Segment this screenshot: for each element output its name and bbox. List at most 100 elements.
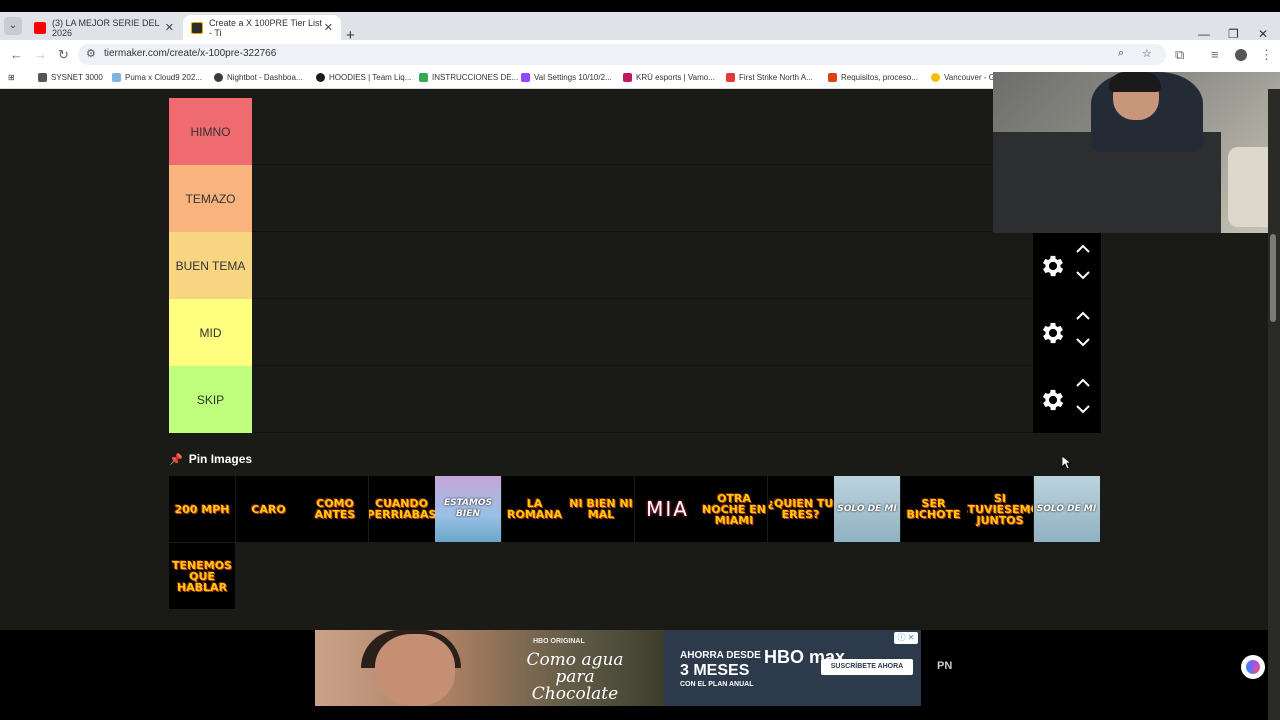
bookmark-label: KRÜ esports | Vamo... xyxy=(636,73,715,82)
reload-icon[interactable]: ↻ xyxy=(58,47,69,63)
minimize-icon[interactable]: — xyxy=(1198,27,1210,41)
close-icon[interactable]: ✕ xyxy=(324,21,333,34)
gear-icon[interactable] xyxy=(1039,386,1067,414)
bookmark-item[interactable]: Puma x Cloud9 202... xyxy=(112,73,202,82)
song-title: ESTAMOS BIEN xyxy=(443,498,493,519)
ad-info-icon[interactable]: ⓘ ✕ xyxy=(894,632,918,644)
tier-drop-zone[interactable] xyxy=(253,299,1033,366)
tier-label[interactable]: SKIP xyxy=(169,366,252,433)
site-info-icon[interactable]: ⚙ xyxy=(86,47,96,60)
bookmark-icon xyxy=(623,73,632,82)
scrollbar[interactable] xyxy=(1268,89,1280,720)
song-card[interactable]: SI ESTUVIESEMOS JUNTOS xyxy=(967,476,1033,542)
ad-brand: HBO ORIGINAL xyxy=(533,638,585,645)
tier-drop-zone[interactable] xyxy=(253,366,1033,433)
mouse-cursor xyxy=(1062,456,1072,470)
tier-list: HIMNO TEMAZO BUEN TEMA MID SKIP xyxy=(169,98,1101,433)
close-icon[interactable]: ✕ xyxy=(165,21,174,34)
tier-drop-zone[interactable] xyxy=(253,165,1033,232)
song-card[interactable]: CUANDO PERRIABAS xyxy=(368,476,435,542)
chevron-down-icon[interactable] xyxy=(1075,268,1091,282)
bookmark-item[interactable]: Val Settings 10/10/2... xyxy=(521,73,612,82)
song-card[interactable]: LA ROMANA xyxy=(501,476,568,542)
chevron-down-icon[interactable] xyxy=(1075,402,1091,416)
song-card[interactable]: COMO ANTES xyxy=(302,476,368,542)
song-card[interactable]: SOLO DE MI xyxy=(834,476,900,542)
song-card[interactable]: 200 MPH xyxy=(169,476,235,542)
webcam-hair xyxy=(1109,72,1161,92)
song-card[interactable]: CARO xyxy=(235,476,302,542)
bookmark-item[interactable]: Nightbot - Dashboa... xyxy=(214,73,303,82)
media-icon[interactable]: ≡ xyxy=(1211,47,1219,62)
bookmark-icon xyxy=(214,73,223,82)
tier-label[interactable]: MID xyxy=(169,299,252,366)
tier-drop-zone[interactable] xyxy=(253,98,1033,165)
song-card[interactable]: ¿QUIEN TU ERES? xyxy=(767,476,834,542)
chevron-up-icon[interactable] xyxy=(1075,376,1091,390)
song-card[interactable]: OTRA NOCHE EN MIAMI xyxy=(701,476,767,542)
back-icon[interactable]: ← xyxy=(10,47,23,62)
close-window-icon[interactable]: ✕ xyxy=(1258,27,1268,41)
bookmark-item[interactable]: KRÜ esports | Vamo... xyxy=(623,73,715,82)
ad-title: Como agua para Chocolate xyxy=(526,650,624,704)
song-card[interactable]: SER BICHOTE xyxy=(900,476,967,542)
webcam-overlay xyxy=(993,72,1280,233)
zoom-icon[interactable]: ⌕ xyxy=(1118,47,1124,60)
ad-promo-line2: 3 MESES xyxy=(680,662,750,679)
tier-drop-zone[interactable] xyxy=(253,232,1033,299)
ad-banner[interactable]: HBO ORIGINAL Como agua para Chocolate AH… xyxy=(315,630,921,706)
tab-tiermaker[interactable]: Create a X 100PRE Tier List - Ti ✕ xyxy=(183,15,341,40)
tier-controls xyxy=(1033,232,1101,299)
scrollbar-thumb[interactable] xyxy=(1270,234,1276,322)
bookmark-item[interactable]: INSTRUCCIONES DE... xyxy=(419,73,518,82)
gear-icon[interactable] xyxy=(1039,252,1067,280)
tier-label[interactable]: TEMAZO xyxy=(169,165,252,232)
tab-search-button[interactable]: ⌄ xyxy=(4,17,22,35)
tier-label[interactable]: HIMNO xyxy=(169,98,252,165)
forward-icon[interactable]: → xyxy=(34,47,47,62)
song-title: SOLO DE MI xyxy=(1036,503,1097,514)
tier-label[interactable]: BUEN TEMA xyxy=(169,232,252,299)
profile-avatar[interactable] xyxy=(1235,49,1247,61)
extensions-icon[interactable]: ⧉ xyxy=(1175,47,1184,63)
bookmark-star-icon[interactable]: ☆ xyxy=(1142,47,1152,60)
bookmark-item[interactable]: HOODIES | Team Liq... xyxy=(316,73,411,82)
song-title: TENEMOS QUE HABLAR xyxy=(172,558,232,594)
address-bar[interactable]: ⚙ tiermaker.com/create/x-100pre-322766 ⌕… xyxy=(78,44,1166,65)
tab-title: Create a X 100PRE Tier List - Ti xyxy=(209,17,323,38)
song-title: MIA xyxy=(646,497,689,521)
song-title: SER BICHOTE xyxy=(906,497,961,521)
bookmark-label: SYSNET 3000 xyxy=(51,73,103,82)
song-card[interactable]: SOLO DE MI xyxy=(1033,476,1100,542)
assistant-widget-icon[interactable] xyxy=(1241,655,1265,679)
bookmark-icon xyxy=(112,73,121,82)
pin-images-toggle[interactable]: 📌 Pin Images xyxy=(169,450,252,468)
song-title: 200 MPH xyxy=(174,502,230,516)
song-card[interactable]: TENEMOS QUE HABLAR xyxy=(169,543,235,609)
chevron-down-icon[interactable] xyxy=(1075,335,1091,349)
bookmark-item[interactable]: First Strike North A... xyxy=(726,73,813,82)
subscribe-button[interactable]: SUSCRÍBETE AHORA xyxy=(821,659,913,675)
song-card[interactable]: MIA xyxy=(634,476,701,542)
maps-icon xyxy=(931,73,940,82)
bookmark-label: Vancouver - G xyxy=(944,73,995,82)
chevron-up-icon[interactable] xyxy=(1075,309,1091,323)
tier-row: MID xyxy=(169,299,1101,366)
tier-controls xyxy=(1033,366,1101,433)
tab-strip: ⌄ (3) LA MEJOR SERIE DEL 2026 ✕ Create a… xyxy=(0,12,1280,44)
menu-icon[interactable]: ⋮ xyxy=(1260,47,1273,63)
bookmark-item[interactable]: SYSNET 3000 xyxy=(38,73,103,82)
song-card[interactable]: ESTAMOS BIEN xyxy=(435,476,501,542)
tab-youtube[interactable]: (3) LA MEJOR SERIE DEL 2026 ✕ xyxy=(26,15,182,40)
song-card[interactable]: NI BIEN NI MAL xyxy=(568,476,634,542)
gear-icon[interactable] xyxy=(1039,319,1067,347)
bookmark-label: First Strike North A... xyxy=(739,73,813,82)
tier-row: HIMNO xyxy=(169,98,1101,165)
chevron-up-icon[interactable] xyxy=(1075,242,1091,256)
url-text: tiermaker.com/create/x-100pre-322766 xyxy=(104,48,277,59)
bookmark-item[interactable]: Requisitos, proceso... xyxy=(828,73,918,82)
bookmark-item[interactable]: Vancouver - G xyxy=(931,73,995,82)
restore-icon[interactable]: ❐ xyxy=(1228,27,1239,41)
ad-face xyxy=(375,634,455,706)
apps-icon[interactable]: ⊞ xyxy=(8,73,15,82)
